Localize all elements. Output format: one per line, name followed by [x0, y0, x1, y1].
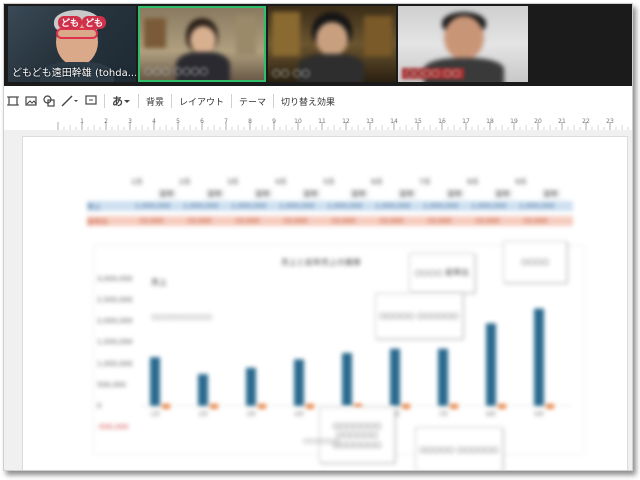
bar-4月 [294, 359, 304, 406]
ruler-ticks: 1234567891011121314151617181920212223242… [57, 118, 629, 130]
editor-toolbar: あ 背景 レイアウト テーマ 切り替え効果 [4, 90, 632, 112]
face [190, 26, 216, 54]
bar-2月 [198, 374, 208, 406]
background-lights [272, 12, 300, 56]
shelf [144, 18, 166, 48]
bar-3月 [246, 367, 256, 406]
name-badge-right: ども [82, 16, 107, 29]
x-tick-label: 2月 [198, 411, 208, 418]
face [316, 22, 348, 56]
comment-button[interactable] [82, 92, 100, 110]
shelf [236, 16, 256, 56]
transition-button[interactable]: 切り替え効果 [278, 95, 338, 108]
participant-tile-1[interactable]: ども ども どもども遠田幹雄 (tohda... [8, 6, 136, 82]
callout-box[interactable]: ○○○○○ ○○○○○○ [375, 293, 463, 339]
x-tick-label: 7月 [438, 411, 448, 418]
marker-4月 [306, 403, 314, 409]
ruler-number: 9 [272, 118, 276, 125]
line-button[interactable] [58, 92, 82, 110]
chart-legend: ○○○○○○ [303, 437, 340, 445]
callout-box[interactable]: ○○○○ 前年比 [409, 253, 475, 293]
x-tick-label: 9月 [534, 411, 544, 418]
ruler-number: 3 [128, 118, 132, 125]
participant-tile-2[interactable]: ○○○ ○○○○ [138, 6, 266, 82]
text-style-label: あ [112, 95, 123, 108]
marker-3月 [258, 403, 266, 409]
horizontal-ruler[interactable]: 1234567891011121314151617181920212223242… [18, 116, 630, 131]
ruler-number: 10 [294, 118, 302, 125]
app-window: ども ども どもども遠田幹雄 (tohda... ○○○ ○○○○ ○○ ○○ … [3, 3, 633, 471]
ruler-number: 5 [176, 118, 180, 125]
shape-icon [43, 95, 55, 107]
x-tick-label: 8月 [486, 411, 496, 418]
select-tool-button[interactable] [4, 92, 22, 110]
x-tick-label: 1月 [150, 411, 160, 418]
ruler-number: 22 [582, 118, 590, 125]
ruler-number: 6 [200, 118, 204, 125]
divider [231, 94, 233, 108]
glasses [56, 28, 98, 39]
bar-9月 [534, 308, 544, 406]
divider [138, 94, 139, 108]
divider [104, 94, 105, 108]
ruler-number: 16 [438, 118, 446, 125]
participant-name: ○○○ ○○○○ [144, 66, 209, 77]
bar-7月 [438, 348, 448, 406]
comment-icon [85, 95, 97, 105]
image-button[interactable] [22, 92, 40, 110]
name-badge-left: ども [58, 16, 83, 29]
line-icon [61, 95, 78, 107]
marker-9月 [546, 403, 554, 409]
select-icon [7, 96, 19, 106]
theme-button[interactable]: テーマ [236, 95, 269, 108]
ruler-number: 11 [318, 118, 326, 125]
ruler-number: 2 [104, 118, 108, 125]
ruler-number: 13 [366, 118, 374, 125]
ruler-number: 8 [248, 118, 252, 125]
bar-6月 [390, 348, 400, 406]
ruler-number: 23 [606, 118, 614, 125]
marker-7月 [450, 403, 458, 409]
bar-5月 [342, 353, 352, 406]
marker-2月 [210, 403, 218, 409]
shape-button[interactable] [40, 92, 58, 110]
ruler-number: 4 [152, 118, 156, 125]
text-style-button[interactable]: あ [109, 92, 134, 110]
ruler-number: 15 [414, 118, 422, 125]
participant-name: どもども遠田幹雄 (tohda... [12, 68, 136, 79]
video-strip: ども ども どもども遠田幹雄 (tohda... ○○○ ○○○○ ○○ ○○ … [4, 4, 632, 86]
face [444, 16, 484, 60]
ruler-number: 7 [224, 118, 228, 125]
divider [273, 94, 275, 108]
participant-name: ○○○○ ○○ [402, 68, 464, 79]
divider [171, 94, 173, 108]
image-icon [25, 96, 37, 106]
participant-tile-4[interactable]: ○○○○ ○○ [398, 6, 528, 82]
ruler-number: 20 [534, 118, 542, 125]
participant-name: ○○ ○○ [272, 68, 311, 79]
ruler-number: 18 [486, 118, 494, 125]
bar-8月 [486, 323, 496, 406]
ruler-number: 12 [342, 118, 350, 125]
bar-1月 [150, 357, 160, 406]
marker-1月 [162, 403, 170, 409]
ruler-number: 21 [558, 118, 566, 125]
ruler-number: 14 [390, 118, 398, 125]
background-button[interactable]: 背景 [143, 95, 167, 108]
ruler-number: 19 [510, 118, 518, 125]
callout-box[interactable]: ○○○○ [503, 241, 567, 283]
participant-tile-3[interactable]: ○○ ○○ [268, 6, 396, 82]
x-tick-label: 3月 [246, 411, 256, 418]
marker-8月 [498, 403, 506, 409]
marker-6月 [402, 403, 410, 409]
layout-button[interactable]: レイアウト [176, 95, 227, 108]
ruler-number: 1 [80, 118, 84, 125]
slide[interactable]: 1月 2月 3月 4月 5月 6月 7月 8月 9月 前年 前年 前年 前年 前年 前年 前年 前年 前年 売上… [22, 136, 628, 470]
background-lights [364, 16, 392, 56]
chevron-down-icon [124, 100, 130, 103]
callout-box[interactable]: ○○○○○ ○○○○○○ [415, 427, 503, 470]
x-tick-label: 4月 [294, 411, 304, 418]
callout-box[interactable]: ○○○○○○○ ○○○○○○ ○○○○○○○ [319, 407, 395, 463]
ruler-number: 17 [462, 118, 470, 125]
